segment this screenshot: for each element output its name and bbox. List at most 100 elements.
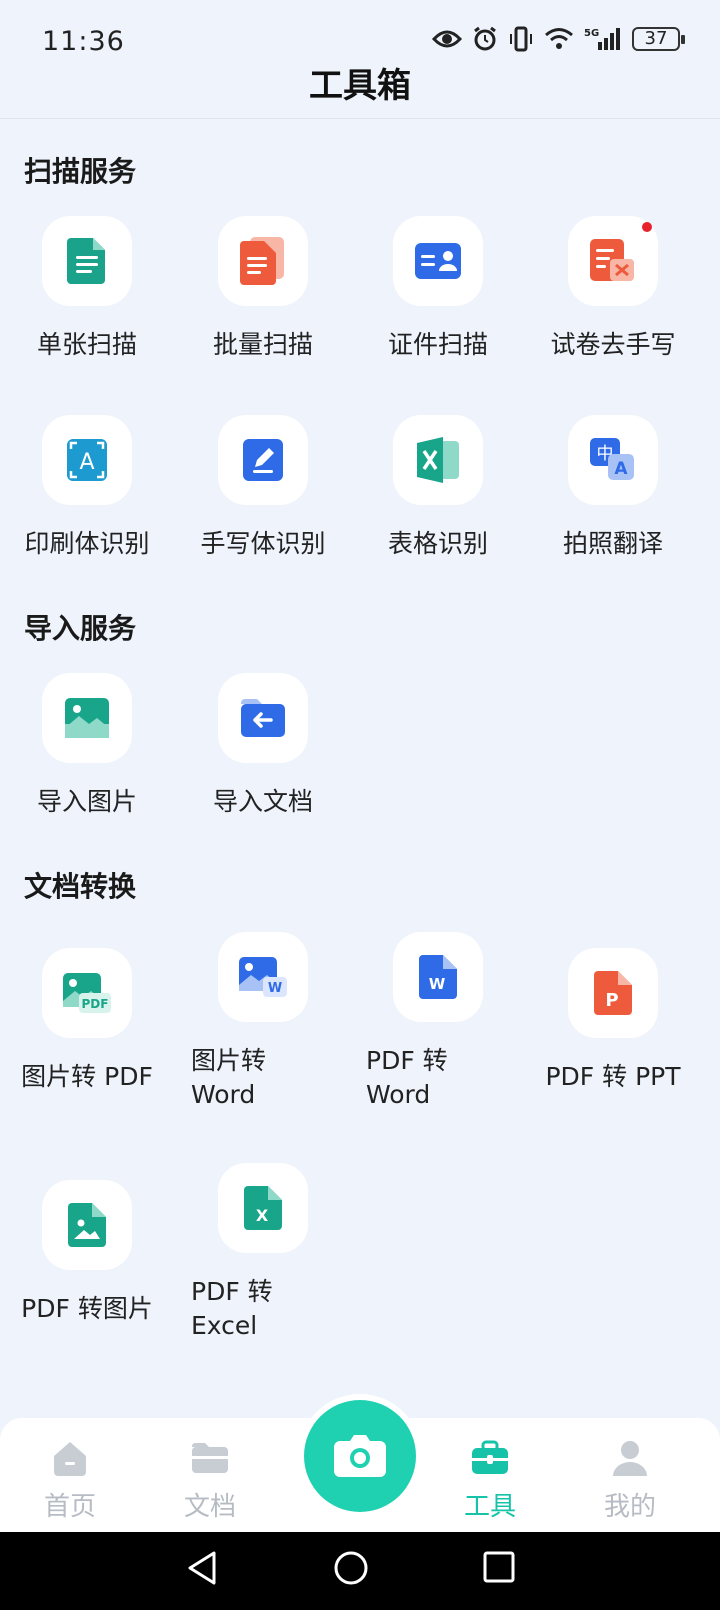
title-divider: [0, 118, 720, 119]
ppt-file-icon: P: [594, 971, 632, 1015]
image-to-pdf-icon: PDF: [63, 973, 111, 1013]
tool-single-scan[interactable]: 单张扫描: [0, 216, 177, 362]
home-icon: [54, 1442, 86, 1476]
tool-label-line: PDF 转: [366, 1046, 448, 1075]
pdf-to-image-icon: [68, 1203, 106, 1247]
excel-file-icon: X: [244, 1186, 282, 1230]
section-title-scan: 扫描服务: [24, 155, 137, 188]
tool-label-line: Word: [191, 1080, 256, 1109]
tool-label: 批量扫描: [212, 330, 313, 359]
svg-text:PDF: PDF: [82, 997, 109, 1011]
tool-import-image[interactable]: 导入图片: [0, 673, 177, 819]
tool-pdf-to-image[interactable]: PDF 转图片: [0, 1180, 177, 1326]
notification-dot: [642, 222, 652, 232]
tool-icon-box: [42, 216, 132, 306]
tool-label: 证件扫描: [387, 330, 488, 359]
folder-icon: [192, 1443, 228, 1473]
status-icons: 5G 37: [432, 26, 685, 52]
translate-icon: 中A: [590, 438, 634, 480]
tool-label: 手写体识别: [200, 529, 326, 558]
tool-label: PDF 转 PPT: [545, 1062, 681, 1091]
tool-pdf-to-word[interactable]: W PDF 转 Word: [348, 932, 528, 1112]
camera-button[interactable]: [304, 1400, 416, 1512]
nav-home[interactable]: 首页: [10, 1438, 130, 1523]
tool-id-scan[interactable]: 证件扫描: [348, 216, 528, 362]
tool-table-recognition[interactable]: 表格识别: [348, 415, 528, 561]
tool-handwriting-recognition[interactable]: 手写体识别: [173, 415, 353, 561]
tool-label: PDF 转 Word: [348, 1044, 488, 1112]
tool-label-line: Excel: [191, 1311, 258, 1340]
svg-text:W: W: [268, 981, 282, 996]
erase-handwriting-icon: [590, 239, 634, 281]
battery-indicator: 37: [632, 27, 685, 51]
tool-icon-box: [218, 216, 308, 306]
back-icon[interactable]: [186, 1550, 218, 1586]
tool-label-line: PDF 转: [191, 1277, 273, 1306]
image-to-word-icon: W: [239, 957, 287, 997]
camera-icon: [334, 1435, 386, 1477]
nav-label: 工具: [463, 1492, 516, 1522]
tool-icon-box: [568, 216, 658, 306]
tool-icon-box: [393, 216, 483, 306]
section-title-import: 导入服务: [24, 612, 137, 645]
nav-label: 我的: [603, 1492, 656, 1522]
alarm-icon: [474, 26, 496, 51]
tool-icon-box: [393, 415, 483, 505]
tool-icon-box: [42, 1180, 132, 1270]
svg-text:A: A: [79, 450, 94, 475]
excel-icon: [417, 437, 459, 483]
nav-tools[interactable]: 工具: [430, 1438, 550, 1523]
tool-icon-box: P: [568, 948, 658, 1038]
folder-import-icon: [241, 699, 285, 737]
page-title: 工具箱: [309, 66, 411, 106]
tool-erase-handwriting[interactable]: 试卷去手写: [523, 216, 703, 362]
tool-label-line: 图片转: [191, 1046, 267, 1075]
tool-import-document[interactable]: 导入文档: [173, 673, 353, 819]
tool-label: 单张扫描: [36, 330, 137, 359]
tool-icon-box: 中A: [568, 415, 658, 505]
tool-icon-box: [42, 673, 132, 763]
id-card-icon: [415, 243, 461, 279]
tool-print-recognition[interactable]: A 印刷体识别: [0, 415, 177, 561]
tool-icon-box: [218, 673, 308, 763]
tool-label: 印刷体识别: [24, 529, 150, 558]
tool-photo-translate[interactable]: 中A 拍照翻译: [523, 415, 703, 561]
tool-icon-box: W: [218, 932, 308, 1022]
home-button-icon[interactable]: [333, 1550, 369, 1586]
tool-icon-box: A: [42, 415, 132, 505]
batch-doc-icon: [240, 237, 284, 285]
tool-label: 拍照翻译: [562, 529, 663, 558]
signal-icon: 5G: [584, 28, 620, 50]
tool-pdf-to-ppt[interactable]: P PDF 转 PPT: [523, 948, 703, 1094]
svg-text:P: P: [605, 990, 618, 1011]
toolbox-icon: [472, 1440, 508, 1474]
wifi-icon: [545, 28, 573, 49]
recents-icon[interactable]: [482, 1550, 516, 1584]
tool-pdf-to-excel[interactable]: X PDF 转 Excel: [173, 1163, 353, 1343]
tool-batch-scan[interactable]: 批量扫描: [173, 216, 353, 362]
tool-icon-box: W: [393, 932, 483, 1022]
svg-text:5G: 5G: [584, 28, 599, 39]
tool-icon-box: [218, 415, 308, 505]
text-recognition-icon: A: [67, 439, 107, 481]
svg-text:X: X: [256, 1206, 269, 1225]
system-nav-bar: [0, 1532, 720, 1610]
word-file-icon: W: [419, 955, 457, 999]
nav-profile[interactable]: 我的: [570, 1438, 690, 1523]
eye-icon: [432, 30, 462, 48]
tool-label: 试卷去手写: [550, 330, 676, 359]
nav-documents[interactable]: 文档: [150, 1438, 270, 1523]
status-time: 11:36: [42, 26, 125, 57]
tool-image-to-word[interactable]: W 图片转 Word: [173, 932, 353, 1112]
tool-label: 导入文档: [212, 787, 313, 816]
user-icon: [613, 1441, 647, 1476]
tool-label: 表格识别: [387, 529, 488, 558]
nav-label: 文档: [183, 1492, 236, 1522]
image-import-icon: [65, 698, 109, 738]
tool-label-line: Word: [366, 1080, 431, 1109]
tool-label: 导入图片: [36, 787, 137, 816]
tool-label: PDF 转图片: [21, 1294, 153, 1323]
tool-label: PDF 转 Excel: [173, 1275, 313, 1343]
vibrate-icon: [510, 26, 532, 52]
tool-image-to-pdf[interactable]: PDF 图片转 PDF: [0, 948, 177, 1094]
